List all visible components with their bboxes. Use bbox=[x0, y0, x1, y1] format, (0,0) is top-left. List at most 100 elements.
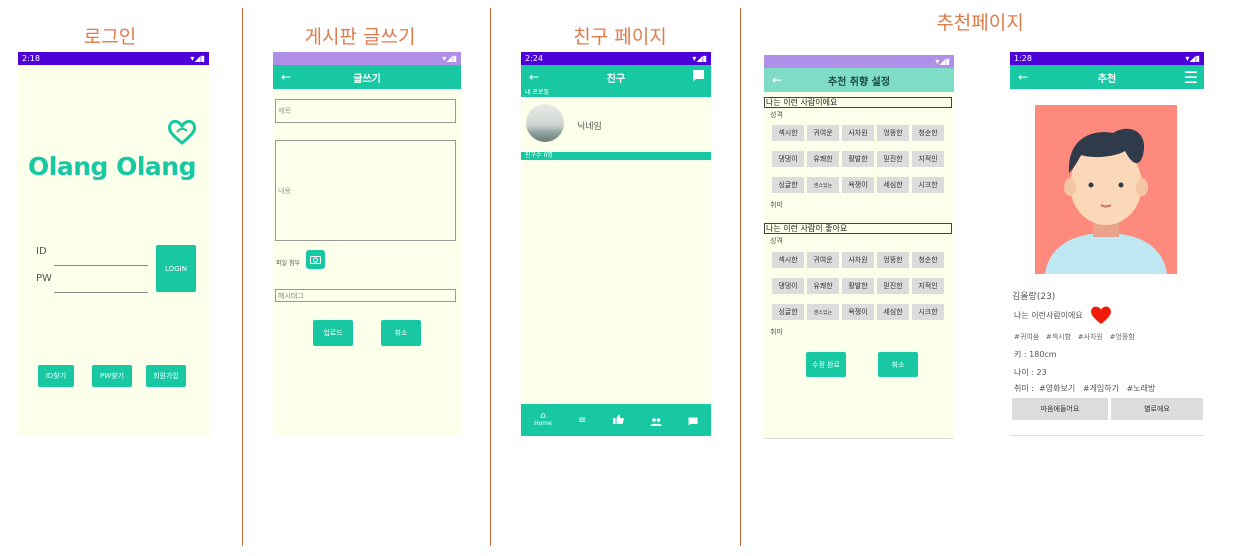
personality-chip[interactable]: 믿진한 bbox=[877, 151, 909, 167]
signal-icon: ▾◢▮ bbox=[1185, 54, 1200, 63]
personality-chip[interactable]: 섹시한 bbox=[772, 252, 804, 268]
personality-chip[interactable]: 유쾌한 bbox=[807, 278, 839, 294]
personality-chip[interactable]: 유쾌한 bbox=[807, 151, 839, 167]
done-button[interactable]: 수정 완료 bbox=[806, 352, 846, 377]
page-title: 친구 bbox=[606, 73, 626, 85]
back-arrow-icon[interactable]: ← bbox=[529, 70, 539, 84]
page-title: 추천 bbox=[1097, 73, 1117, 85]
personality-chip[interactable]: 욕쟁이 bbox=[842, 177, 874, 193]
i-like-header: 나는 이런 사람이 좋아요 bbox=[764, 223, 952, 234]
personality-chip[interactable]: 세심한 bbox=[877, 304, 909, 320]
personality-chip[interactable]: 귀여운 bbox=[807, 252, 839, 268]
dislike-button[interactable]: 별로에요 bbox=[1111, 398, 1203, 420]
message-icon[interactable] bbox=[688, 411, 698, 430]
bottom-divider bbox=[764, 438, 954, 439]
personality-chip[interactable]: 시크한 bbox=[912, 304, 944, 320]
personality-chip[interactable]: 시크한 bbox=[912, 177, 944, 193]
personality-chip[interactable]: 사차원 bbox=[842, 125, 874, 141]
personality-chip[interactable]: 섹시한 bbox=[772, 125, 804, 141]
nickname: 닉네임 bbox=[577, 122, 602, 132]
cancel-button[interactable]: 취소 bbox=[878, 352, 918, 377]
section-title-login: 로그인 bbox=[83, 26, 137, 48]
personality-chip[interactable]: 싱글한 bbox=[772, 177, 804, 193]
personality-chip[interactable]: 청순한 bbox=[912, 252, 944, 268]
find-pw-button[interactable]: PW찾기 bbox=[92, 365, 132, 387]
avatar bbox=[526, 104, 564, 142]
app-bar: ← 추천 취향 설정 bbox=[764, 68, 954, 92]
back-arrow-icon[interactable]: ← bbox=[772, 73, 782, 87]
height-text: 키 : 180cm bbox=[1014, 350, 1057, 359]
age-text: 나이 : 23 bbox=[1014, 368, 1047, 377]
thumbs-up-icon[interactable] bbox=[612, 414, 624, 427]
profile-intro: 나는 이런사람이에요 bbox=[1014, 311, 1083, 320]
like-button[interactable]: 마음에들어요 bbox=[1012, 398, 1108, 420]
status-bar: ▾◢▮ bbox=[764, 55, 954, 68]
profile-name: 김올랑(23) bbox=[1012, 292, 1056, 302]
status-bar: 2:18 ▾◢▮ bbox=[18, 52, 209, 65]
personality-chip[interactable]: 센스있는 bbox=[807, 177, 839, 193]
heart-leaf-icon bbox=[167, 119, 197, 145]
personality-chip[interactable]: 댕댕이 bbox=[772, 151, 804, 167]
personality-chip[interactable]: 지적인 bbox=[912, 151, 944, 167]
content-textarea[interactable]: 내용 bbox=[275, 140, 456, 241]
signal-icon: ▾◢▮ bbox=[935, 57, 950, 66]
nav-home[interactable]: ⌂ Home bbox=[534, 411, 552, 428]
profile-illustration bbox=[1035, 105, 1177, 274]
signup-button[interactable]: 회원가입 bbox=[146, 365, 186, 387]
personality-chip[interactable]: 센스있는 bbox=[807, 304, 839, 320]
app-bar: ← 글쓰기 bbox=[273, 65, 461, 89]
status-bar: 2:24 ▾◢▮ bbox=[521, 52, 711, 65]
status-bar: ▾◢▮ bbox=[273, 52, 461, 65]
status-bar: 1:28 ▾◢▮ bbox=[1010, 52, 1204, 65]
personality-chip[interactable]: 지적인 bbox=[912, 278, 944, 294]
hamburger-menu-icon[interactable]: ☰ bbox=[1184, 68, 1198, 87]
personality-tags: #귀여움 #섹시함 #사차원 #엉뚱함 bbox=[1014, 333, 1135, 341]
people-icon[interactable] bbox=[650, 411, 662, 430]
personality-chip[interactable]: 댕댕이 bbox=[772, 278, 804, 294]
personality-chip[interactable]: 청순한 bbox=[912, 125, 944, 141]
camera-icon[interactable] bbox=[306, 250, 325, 269]
login-button[interactable]: LOGIN bbox=[156, 245, 196, 292]
personality-chip[interactable]: 엉뚱한 bbox=[877, 252, 909, 268]
personality-chip[interactable]: 세심한 bbox=[877, 177, 909, 193]
find-id-button[interactable]: ID찾기 bbox=[38, 365, 74, 387]
personality-label: 성격 bbox=[770, 111, 783, 119]
section-title-write: 게시판 글쓰기 bbox=[304, 26, 416, 48]
signal-icon: ▾◢▮ bbox=[190, 54, 205, 63]
subject-input[interactable]: 제목 bbox=[275, 99, 456, 123]
page-title: 추천 취향 설정 bbox=[827, 76, 891, 88]
bottom-nav: ⌂ Home ≡ bbox=[521, 404, 711, 436]
my-profile-header: 내 프로필 bbox=[521, 89, 711, 97]
personality-chip[interactable]: 활발한 bbox=[842, 278, 874, 294]
app-bar: ← 추천 ☰ bbox=[1010, 65, 1204, 89]
personality-chip[interactable]: 엉뚱한 bbox=[877, 125, 909, 141]
page-title: 글쓰기 bbox=[353, 73, 381, 85]
home-icon: ⌂ bbox=[540, 411, 546, 421]
menu-icon[interactable]: ≡ bbox=[578, 415, 586, 426]
pw-input[interactable] bbox=[54, 285, 148, 293]
section-title-recommend: 추천페이지 bbox=[936, 12, 1024, 34]
personality-chip[interactable]: 욕쟁이 bbox=[842, 304, 874, 320]
cancel-button[interactable]: 취소 bbox=[381, 320, 421, 346]
preference-screen: ▾◢▮ ← 추천 취향 설정 나는 이런 사람이에요 성격 섹시한 귀여운 사차원 엉… bbox=[764, 55, 954, 439]
id-input[interactable] bbox=[54, 258, 148, 266]
hashtag-input[interactable]: 해시태그 bbox=[275, 289, 456, 302]
personality-chip[interactable]: 귀여운 bbox=[807, 125, 839, 141]
back-arrow-icon[interactable]: ← bbox=[1018, 70, 1028, 84]
personality-chip[interactable]: 싱글한 bbox=[772, 304, 804, 320]
chat-icon[interactable] bbox=[692, 69, 705, 85]
upload-button[interactable]: 업로드 bbox=[313, 320, 353, 346]
divider-1 bbox=[242, 8, 243, 546]
status-time: 2:18 bbox=[22, 54, 40, 63]
app-bar: ← 친구 bbox=[521, 65, 711, 89]
app-logo: Olang Olang bbox=[28, 152, 196, 181]
login-screen: 2:18 ▾◢▮ Olang Olang ID PW LOGIN ID찾기 PW… bbox=[18, 52, 209, 436]
heart-icon[interactable] bbox=[1090, 305, 1112, 325]
personality-chip[interactable]: 활발한 bbox=[842, 151, 874, 167]
back-arrow-icon[interactable]: ← bbox=[281, 70, 291, 84]
profile-row[interactable]: 닉네임 bbox=[521, 97, 711, 152]
personality-chip[interactable]: 믿진한 bbox=[877, 278, 909, 294]
personality-chip[interactable]: 사차원 bbox=[842, 252, 874, 268]
friends-screen: 2:24 ▾◢▮ ← 친구 내 프로필 닉네임 친구수 0명 ⌂ Home ≡ bbox=[521, 52, 711, 436]
signal-icon: ▾◢▮ bbox=[692, 54, 707, 63]
